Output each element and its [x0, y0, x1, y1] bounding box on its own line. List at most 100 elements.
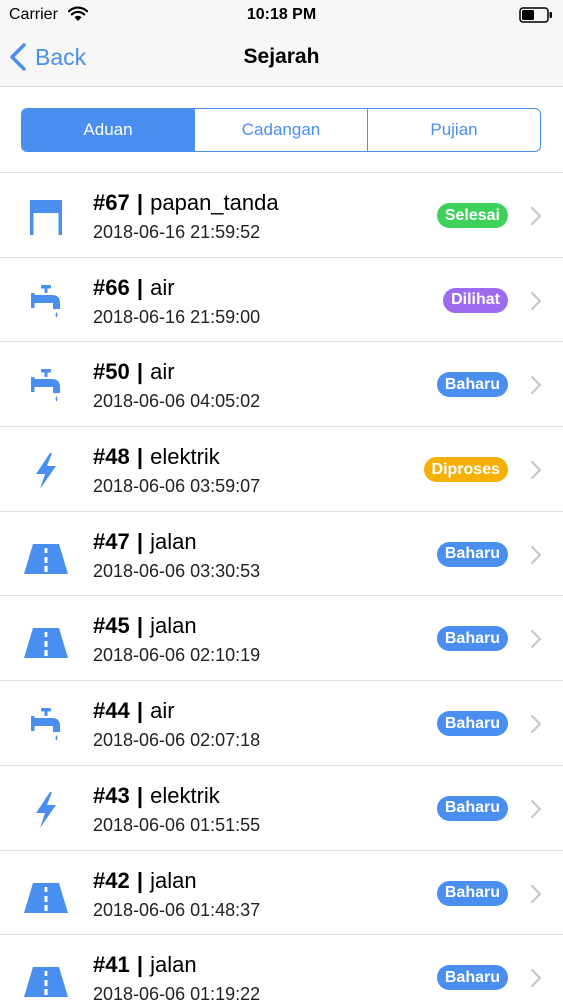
- tab-pujian[interactable]: Pujian: [368, 109, 540, 151]
- item-category: jalan: [150, 528, 197, 554]
- item-date: 2018-06-06 04:05:02: [93, 391, 261, 412]
- water-tap-icon: [24, 366, 68, 406]
- item-separator: |: [136, 782, 143, 808]
- page-title: Sejarah: [243, 45, 320, 68]
- status-badge: Baharu: [436, 541, 508, 567]
- chevron-right-icon: [530, 460, 542, 480]
- list-item[interactable]: #43 | elektrik 2018-06-06 01:51:55 Baharu: [0, 766, 563, 851]
- item-id: #43: [93, 782, 130, 808]
- item-category: jalan: [150, 613, 197, 639]
- status-badge: Baharu: [436, 795, 508, 821]
- item-separator: |: [136, 528, 143, 554]
- history-list: #67 | papan_tanda 2018-06-16 21:59:52 Sele…: [0, 172, 563, 1000]
- item-separator: |: [136, 867, 143, 893]
- status-badge: Baharu: [436, 965, 508, 991]
- item-category: elektrik: [150, 444, 220, 470]
- item-id: #48: [93, 444, 130, 470]
- chevron-right-icon: [530, 969, 542, 988]
- status-bar: Carrier 10:18 PM: [0, 0, 563, 30]
- water-tap-icon: [24, 705, 68, 745]
- battery-icon: [519, 7, 552, 23]
- chevron-right-icon: [530, 715, 542, 734]
- item-category: jalan: [150, 867, 197, 893]
- item-title: #41 | jalan: [93, 952, 197, 978]
- status-badge: Baharu: [436, 880, 508, 906]
- status-badge: Baharu: [436, 372, 508, 398]
- list-item[interactable]: #66 | air 2018-06-16 21:59:00 Dilihat: [0, 258, 563, 343]
- item-title: #42 | jalan: [93, 868, 197, 894]
- item-title: #67 | papan_tanda: [93, 190, 279, 216]
- item-id: #45: [93, 613, 130, 639]
- signboard-icon: [24, 197, 68, 237]
- status-badge: Dilihat: [443, 287, 508, 313]
- chevron-right-icon: [530, 630, 542, 649]
- item-date: 2018-06-16 21:59:00: [93, 306, 261, 327]
- list-item[interactable]: #50 | air 2018-06-06 04:05:02 Baharu: [0, 342, 563, 428]
- list-item[interactable]: #42 | jalan 2018-06-06 01:48:37 Baharu: [0, 851, 563, 936]
- item-date: 2018-06-06 01:51:55: [93, 814, 261, 835]
- item-separator: |: [136, 359, 143, 385]
- item-category: air: [150, 274, 175, 300]
- item-title: #43 | elektrik: [93, 783, 220, 809]
- chevron-right-icon: [530, 884, 542, 903]
- road-icon: [24, 875, 68, 915]
- item-separator: |: [136, 444, 143, 470]
- item-id: #42: [93, 867, 130, 893]
- item-date: 2018-06-16 21:59:52: [93, 222, 261, 242]
- status-badge: Baharu: [436, 626, 508, 652]
- item-date: 2018-06-06 03:59:07: [93, 476, 261, 497]
- water-tap-icon: [24, 282, 68, 322]
- chevron-right-icon: [530, 376, 542, 395]
- item-title: #47 | jalan: [93, 529, 197, 555]
- status-badge: Baharu: [436, 711, 508, 737]
- chevron-right-icon: [530, 206, 542, 226]
- list-item[interactable]: #67 | papan_tanda 2018-06-16 21:59:52 Sele…: [0, 173, 563, 258]
- item-separator: |: [136, 274, 143, 300]
- lightning-icon: [24, 451, 68, 491]
- list-item[interactable]: #47 | jalan 2018-06-06 03:30:53 Baharu: [0, 512, 563, 597]
- list-item[interactable]: #44 | air 2018-06-06 02:07:18 Baharu: [0, 681, 563, 766]
- item-id: #50: [93, 359, 130, 385]
- item-date: 2018-06-06 03:30:53: [93, 560, 261, 581]
- category-segmented-control: Aduan Cadangan Pujian: [21, 108, 541, 152]
- item-title: #44 | air: [93, 698, 175, 724]
- road-icon: [24, 620, 68, 660]
- status-badge: Selesai: [436, 203, 508, 228]
- item-category: air: [150, 698, 175, 724]
- road-icon: [24, 536, 68, 576]
- item-date: 2018-06-06 02:10:19: [93, 645, 261, 666]
- item-category: jalan: [150, 952, 197, 978]
- chevron-right-icon: [530, 291, 542, 310]
- item-separator: |: [136, 613, 143, 639]
- status-time: 10:18 PM: [246, 6, 317, 23]
- item-title: #66 | air: [93, 275, 175, 301]
- chevron-right-icon: [530, 799, 542, 818]
- lightning-icon: [24, 790, 68, 830]
- chevron-right-icon: [530, 545, 542, 564]
- navigation-bar: Back Sejarah: [0, 30, 563, 87]
- item-id: #44: [93, 698, 130, 724]
- tab-cadangan[interactable]: Cadangan: [195, 109, 368, 151]
- item-separator: |: [136, 698, 143, 724]
- item-category: elektrik: [150, 782, 220, 808]
- item-id: #41: [93, 952, 130, 978]
- road-icon: [24, 959, 68, 999]
- list-item[interactable]: #41 | jalan 2018-06-06 01:19:22 Baharu: [0, 935, 563, 1000]
- item-date: 2018-06-06 02:07:18: [93, 730, 261, 751]
- item-category: air: [150, 359, 175, 385]
- item-id: #66: [93, 274, 130, 300]
- list-item[interactable]: #48 | elektrik 2018-06-06 03:59:07 Diprose…: [0, 427, 563, 512]
- item-id: #47: [93, 528, 130, 554]
- item-date: 2018-06-06 01:19:22: [93, 984, 261, 1000]
- list-item[interactable]: #45 | jalan 2018-06-06 02:10:19 Baharu: [0, 596, 563, 682]
- item-date: 2018-06-06 01:48:37: [93, 899, 261, 920]
- item-title: #45 | jalan: [93, 613, 197, 639]
- item-title: #50 | air: [93, 359, 175, 385]
- item-separator: |: [136, 190, 143, 215]
- status-badge: Diproses: [423, 457, 508, 483]
- item-title: #48 | elektrik: [93, 444, 220, 470]
- item-category: papan_tanda: [150, 190, 279, 215]
- item-id: #67: [93, 190, 130, 215]
- tab-aduan[interactable]: Aduan: [22, 109, 195, 151]
- item-separator: |: [136, 952, 143, 978]
